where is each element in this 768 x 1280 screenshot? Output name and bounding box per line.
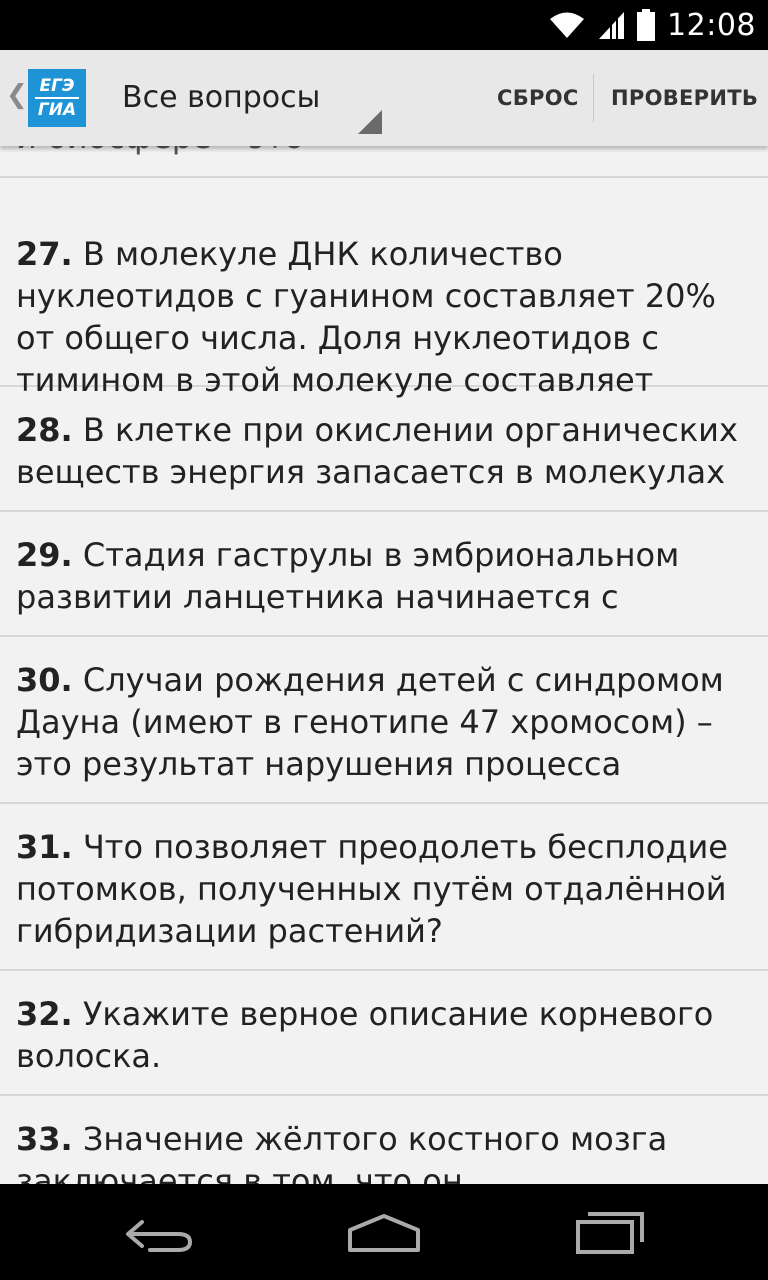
logo-line-1: ЕГЭ <box>39 76 75 96</box>
action-divider <box>593 74 594 122</box>
list-item[interactable]: 27. В молекуле ДНК количество нуклеотидо… <box>0 178 768 399</box>
wifi-icon <box>550 12 585 38</box>
list-item[interactable]: 31. Что позволяет преодолеть бесплодие п… <box>0 804 768 971</box>
check-button[interactable]: ПРОВЕРИТЬ <box>611 50 758 146</box>
spinner-value: Все вопросы <box>122 80 321 115</box>
list-item[interactable]: 29. Стадия гаструлы в эмбриональном разв… <box>0 512 768 637</box>
signal-icon <box>599 12 625 39</box>
question-number: 32. <box>16 995 73 1033</box>
question-filter-spinner[interactable]: Все вопросы <box>104 50 384 146</box>
question-number: 33. <box>16 1120 73 1158</box>
question-number: 27. <box>16 235 73 273</box>
question-text: и биосфере – это <box>16 146 304 156</box>
question-text: В молекуле ДНК количество нуклеотидов с … <box>16 235 716 399</box>
navigation-bar <box>0 1184 768 1280</box>
reset-button[interactable]: СБРОС <box>497 50 579 146</box>
status-bar: 12:08 <box>0 0 768 50</box>
list-item[interactable]: 33. Значение жёлтого костного мозга закл… <box>0 1096 768 1184</box>
list-item[interactable]: и биосфере – это <box>0 146 768 178</box>
question-text: Значение жёлтого костного мозга заключае… <box>16 1120 668 1184</box>
question-text: Случаи рождения детей с синдромом Дауна … <box>16 661 724 783</box>
home-icon[interactable] <box>344 1202 424 1262</box>
question-number: 29. <box>16 536 73 574</box>
spinner-arrow-icon <box>358 110 382 134</box>
recent-apps-icon[interactable] <box>572 1202 652 1262</box>
logo-divider <box>35 97 79 99</box>
question-number: 28. <box>16 411 73 449</box>
question-text: В клетке при окислении органических веще… <box>16 411 738 491</box>
action-bar: ❮ ЕГЭ ГИА Все вопросы СБРОС ПРОВЕРИТЬ <box>0 50 768 146</box>
logo-line-2: ГИА <box>37 100 77 120</box>
battery-icon <box>637 9 656 41</box>
question-number: 30. <box>16 661 73 699</box>
question-text: Укажите верное описание корневого волоск… <box>16 995 714 1075</box>
screen: 12:08 ❮ ЕГЭ ГИА Все вопросы СБРОС ПРОВЕР… <box>0 0 768 1280</box>
list-item[interactable]: 28. В клетке при окислении органических … <box>0 387 768 512</box>
question-list[interactable]: и биосфере – это 27. В молекуле ДНК коли… <box>0 146 768 1184</box>
status-icons: 12:08 <box>549 0 756 50</box>
list-item[interactable]: 30. Случаи рождения детей с синдромом Да… <box>0 637 768 804</box>
question-text: Что позволяет преодолеть бесплодие потом… <box>16 828 728 950</box>
back-icon[interactable] <box>120 1202 200 1262</box>
up-caret-icon[interactable]: ❮ <box>6 80 28 110</box>
list-item[interactable]: 32. Укажите верное описание корневого во… <box>0 971 768 1096</box>
question-number: 31. <box>16 828 73 866</box>
app-logo[interactable]: ЕГЭ ГИА <box>28 69 86 127</box>
question-text: Стадия гаструлы в эмбриональном развитии… <box>16 536 680 616</box>
status-time: 12:08 <box>667 7 756 43</box>
